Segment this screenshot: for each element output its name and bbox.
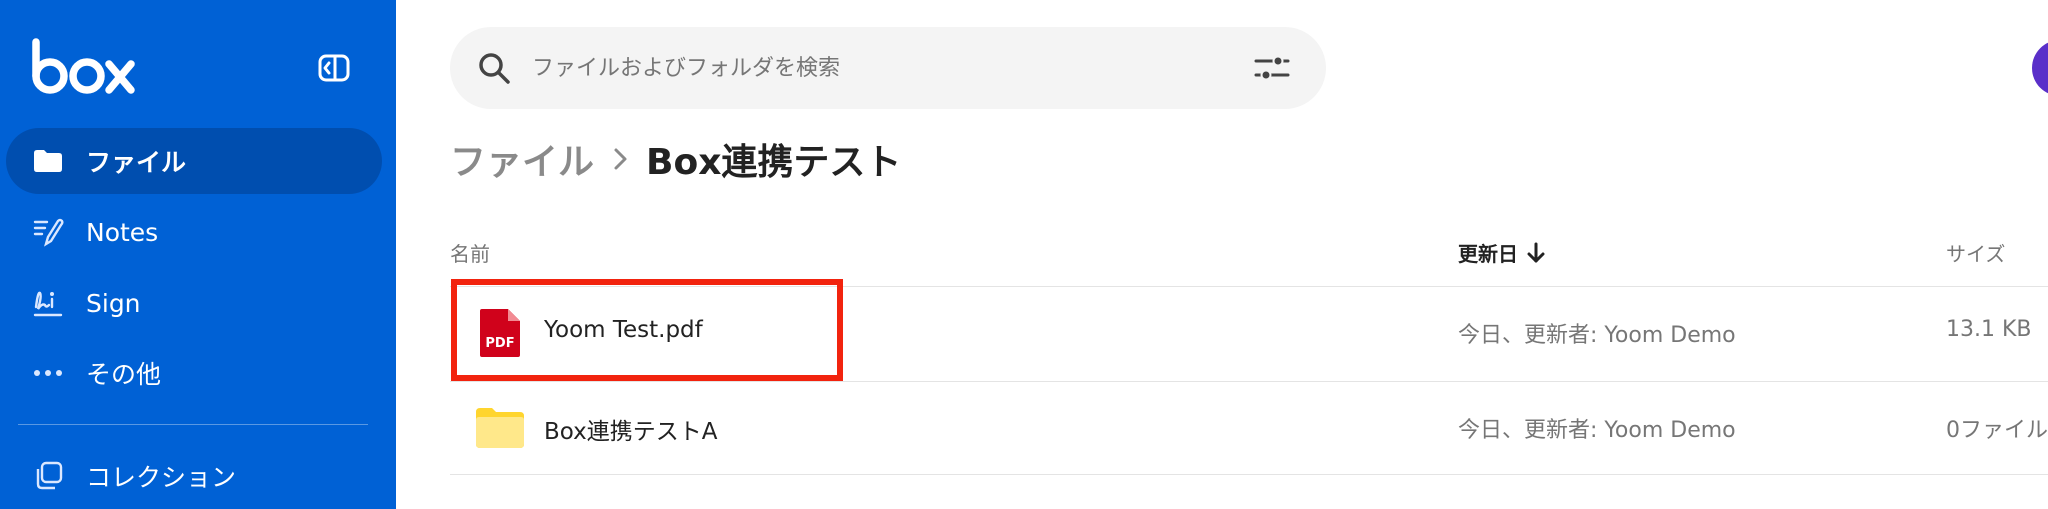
- sidebar-item-more[interactable]: その他: [6, 340, 382, 406]
- folder-icon: [30, 143, 66, 179]
- folder-icon: [476, 408, 524, 448]
- more-dots-icon: [30, 355, 66, 391]
- sidebar-divider: [18, 424, 368, 425]
- arrow-down-icon: [1527, 242, 1545, 262]
- box-app: ファイル Notes Sign その他 コレクション ファイルおよびフォルダを検…: [0, 0, 2048, 509]
- box-logo[interactable]: [32, 38, 137, 96]
- collections-icon: [30, 458, 66, 494]
- breadcrumb: ファイル Box連携テスト: [450, 134, 901, 184]
- file-size: 0ファイル: [1946, 418, 2048, 443]
- search-input[interactable]: [532, 45, 1172, 91]
- pdf-icon-label: PDF: [485, 336, 514, 351]
- search-bar: [450, 27, 1326, 109]
- sidebar-toggle-icon: [318, 54, 350, 82]
- table-row[interactable]: PDF Yoom Test.pdf 今日、更新者: Yoom Demo 13.1…: [450, 287, 2048, 379]
- sidebar: ファイル Notes Sign その他 コレクション: [0, 0, 396, 509]
- file-updated: 今日、更新者: Yoom Demo: [1458, 323, 1736, 348]
- sidebar-item-notes[interactable]: Notes: [6, 199, 382, 265]
- file-name[interactable]: Yoom Test.pdf: [544, 317, 703, 343]
- sidebar-collapse-button[interactable]: [316, 50, 352, 86]
- notes-icon: [30, 214, 66, 250]
- sidebar-item-collections[interactable]: コレクション: [6, 443, 382, 509]
- breadcrumb-parent[interactable]: ファイル: [450, 133, 594, 185]
- column-header-size[interactable]: サイズ: [1946, 238, 2005, 267]
- row-divider: [450, 474, 2048, 475]
- column-header-name[interactable]: 名前: [450, 238, 490, 267]
- sidebar-item-label: その他: [86, 360, 162, 389]
- file-size: 13.1 KB: [1946, 317, 2032, 342]
- search-icon: [479, 53, 510, 84]
- sign-icon: [30, 285, 66, 321]
- column-header-updated-label: 更新日: [1458, 242, 1518, 266]
- sidebar-item-sign[interactable]: Sign: [6, 270, 382, 336]
- file-updated: 今日、更新者: Yoom Demo: [1458, 418, 1736, 443]
- filter-settings-icon[interactable]: [1252, 51, 1292, 85]
- pdf-file-icon: PDF: [480, 309, 520, 357]
- sidebar-item-files[interactable]: ファイル: [6, 128, 382, 194]
- sidebar-item-label: ファイル: [86, 148, 187, 177]
- table-row[interactable]: Box連携テストA 今日、更新者: Yoom Demo 0ファイル: [450, 382, 2048, 474]
- file-name[interactable]: Box連携テストA: [544, 412, 718, 446]
- avatar[interactable]: [2032, 40, 2048, 96]
- sidebar-item-label: コレクション: [86, 463, 237, 492]
- sidebar-item-label: Notes: [86, 217, 159, 247]
- column-header-updated[interactable]: 更新日: [1458, 238, 1546, 267]
- sidebar-item-label: Sign: [86, 288, 141, 318]
- chevron-right-icon: [614, 148, 627, 170]
- page-title: Box連携テスト: [646, 142, 902, 183]
